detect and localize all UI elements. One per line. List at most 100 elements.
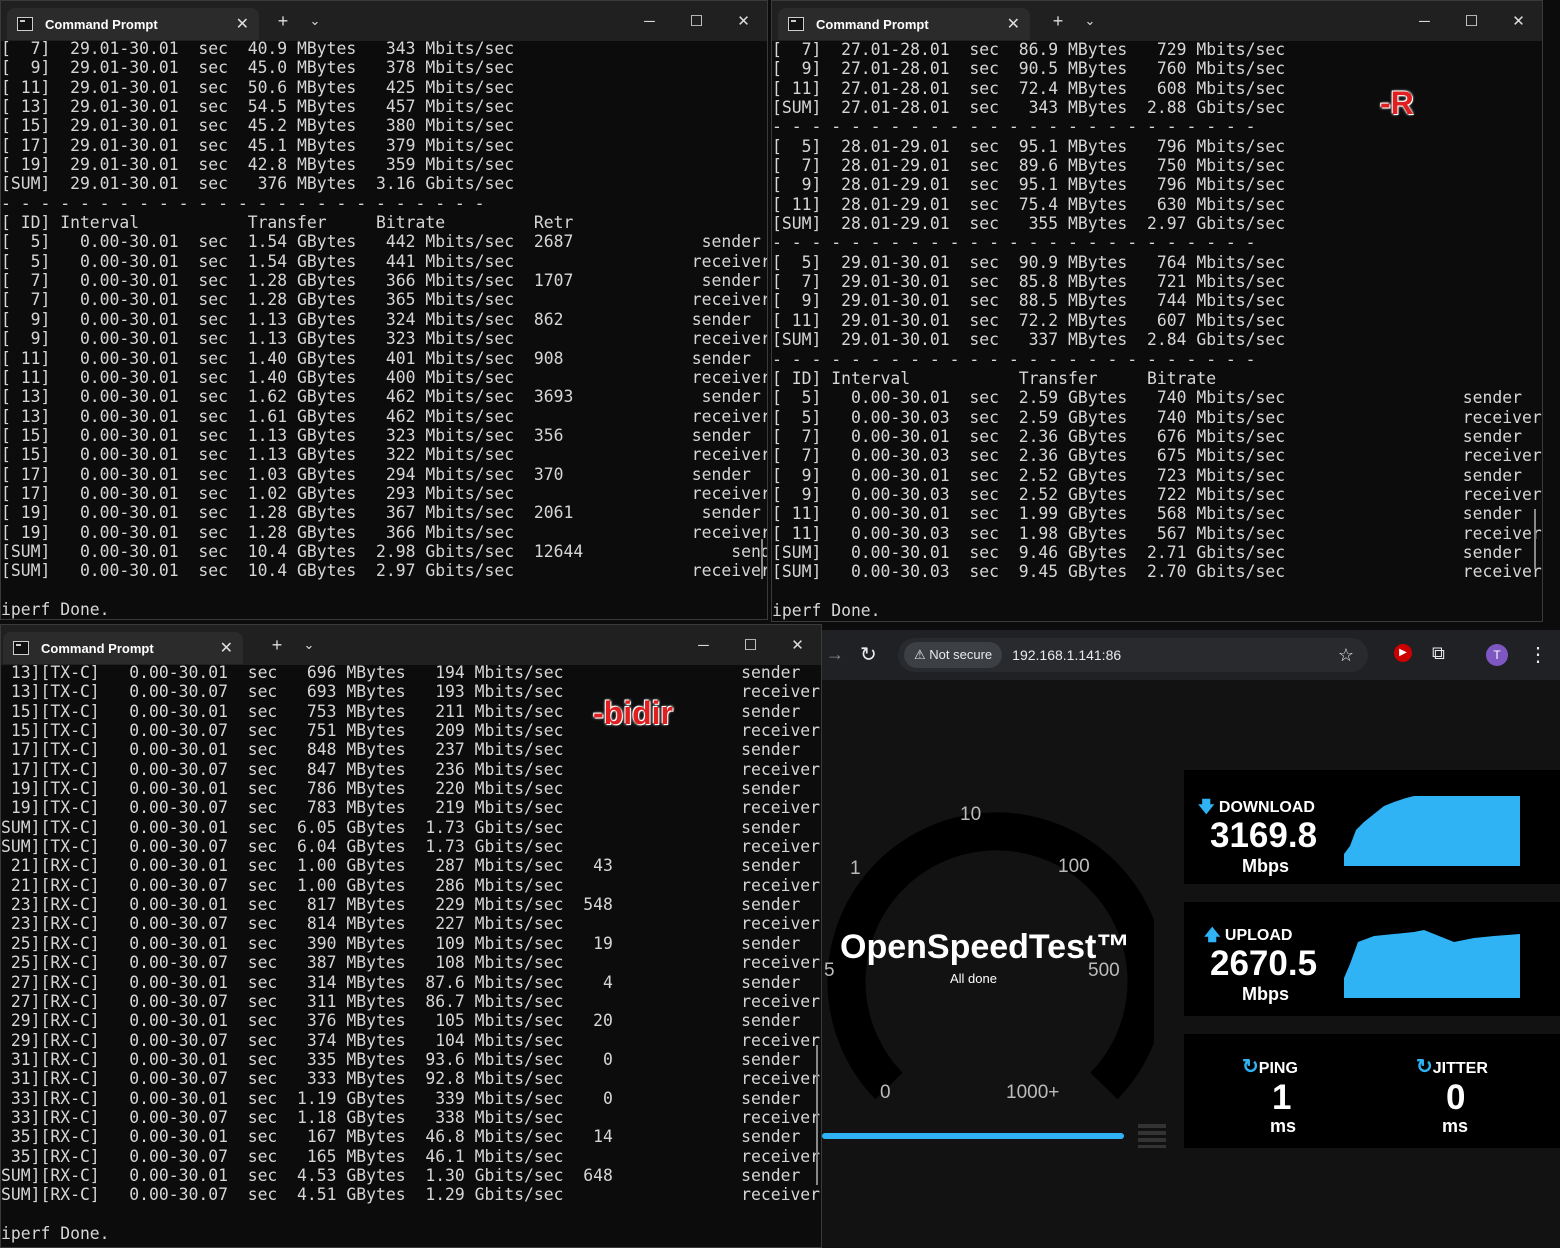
terminal-icon [788, 17, 804, 31]
terminal-line: [ 13] 0.00-30.01 sec 1.62 GBytes 462 Mbi… [1, 387, 761, 407]
maximize-button[interactable]: ☐ [1448, 12, 1495, 30]
title-bar: Command Prompt ✕ + ⌄ ─ ☐ ✕ [1, 1, 767, 41]
new-tab-button[interactable]: + [267, 11, 299, 32]
maximize-button[interactable]: ☐ [727, 636, 774, 654]
address-bar[interactable]: ⚠ Not secure 192.168.1.141:86 ☆ [898, 638, 1368, 672]
terminal-output[interactable]: [ 7] 27.01-28.01 sec 86.9 MBytes 729 Mbi… [772, 40, 1542, 621]
terminal-output[interactable]: [ 7] 29.01-30.01 sec 40.9 MBytes 343 Mbi… [1, 39, 767, 619]
title-bar: Command Prompt ✕ + ⌄ ─ ☐ ✕ [1, 625, 821, 665]
terminal-line: [ 7] 28.01-29.01 sec 89.6 MBytes 750 Mbi… [772, 156, 1286, 176]
app-title: OpenSpeedTest™ [840, 928, 1131, 966]
tab-title: Command Prompt [41, 640, 154, 656]
forward-icon[interactable]: → [826, 644, 844, 665]
reload-icon[interactable]: ↻ [860, 642, 877, 667]
close-button[interactable]: ✕ [774, 636, 821, 654]
terminal-line: [SUM] 29.01-30.01 sec 337 MBytes 2.84 Gb… [772, 330, 1286, 350]
terminal-line: iperf Done. [1, 599, 110, 619]
terminal-line: [ 7] 0.00-30.03 sec 2.36 GBytes 675 Mbit… [772, 446, 1542, 466]
terminal-line: [ 9] 0.00-30.01 sec 2.52 GBytes 723 Mbit… [772, 465, 1522, 485]
terminal-line: [ 9] 0.00-30.03 sec 2.52 GBytes 722 Mbit… [772, 484, 1542, 504]
not-secure-badge[interactable]: ⚠ Not secure [904, 642, 1003, 668]
results-table-icon[interactable] [1138, 1124, 1166, 1148]
terminal-line: [ ID] Interval Transfer Bitrate Retr [1, 213, 574, 233]
terminal-line: [ 13] 29.01-30.01 sec 54.5 MBytes 457 Mb… [1, 97, 515, 117]
terminal-line: 19][TX-C] 0.00-30.07 sec 783 MBytes 219 … [1, 798, 821, 818]
terminal-line: - - - - - - - - - - - - - - - - - - - - … [772, 349, 1256, 369]
terminal-line: [ 19] 0.00-30.01 sec 1.28 GBytes 367 Mbi… [1, 503, 761, 523]
terminal-line: [ 7] 29.01-30.01 sec 40.9 MBytes 343 Mbi… [1, 39, 515, 58]
terminal-line: SUM][RX-C] 0.00-30.07 sec 4.51 GBytes 1.… [1, 1185, 821, 1205]
scrollbar[interactable] [816, 1045, 818, 1185]
terminal-line: - - - - - - - - - - - - - - - - - - - - … [1, 193, 485, 213]
annotation-label: -bidir [593, 695, 673, 731]
terminal-line: [ 9] 0.00-30.01 sec 1.13 GBytes 323 Mbit… [1, 329, 768, 349]
minimize-button[interactable]: ─ [626, 13, 673, 30]
close-button[interactable]: ✕ [720, 12, 767, 30]
terminal-line: [ 11] 28.01-29.01 sec 75.4 MBytes 630 Mb… [772, 194, 1286, 214]
terminal-line: [ 15] 0.00-30.01 sec 1.13 GBytes 322 Mbi… [1, 445, 768, 465]
close-button[interactable]: ✕ [1495, 12, 1542, 30]
jitter-label: ↻JITTER [1416, 1056, 1488, 1078]
extension-icon[interactable]: ▶ [1394, 644, 1412, 662]
tab-dropdown-button[interactable]: ⌄ [1074, 13, 1106, 29]
extensions-puzzle-icon[interactable]: ⧉ [1432, 643, 1445, 664]
close-tab-icon[interactable]: ✕ [1007, 14, 1020, 34]
menu-icon[interactable]: ⋮ [1528, 642, 1548, 667]
terminal-line: [ 7] 0.00-30.01 sec 1.28 GBytes 366 Mbit… [1, 271, 761, 291]
terminal-line: [ 19] 0.00-30.01 sec 1.28 GBytes 366 Mbi… [1, 522, 768, 542]
close-tab-icon[interactable]: ✕ [220, 638, 233, 658]
terminal-line: [ 5] 0.00-30.03 sec 2.59 GBytes 740 Mbit… [772, 407, 1542, 427]
terminal-window-1: Command Prompt ✕ + ⌄ ─ ☐ ✕ [ 7] 29.01-30… [0, 0, 768, 620]
scrollbar[interactable] [761, 539, 763, 579]
terminal-line: 23][RX-C] 0.00-30.07 sec 814 MBytes 227 … [1, 914, 821, 934]
terminal-line: 13][TX-C] 0.00-30.01 sec 696 MBytes 194 … [1, 663, 801, 682]
terminal-icon [13, 641, 29, 655]
terminal-line: 13][TX-C] 0.00-30.07 sec 693 MBytes 193 … [1, 682, 821, 702]
terminal-line: 27][RX-C] 0.00-30.07 sec 311 MBytes 86.7… [1, 991, 821, 1011]
new-tab-button[interactable]: + [261, 635, 293, 656]
terminal-line: 29][RX-C] 0.00-30.07 sec 374 MBytes 104 … [1, 1030, 821, 1050]
scrollbar[interactable] [1534, 509, 1536, 569]
terminal-line: [ 15] 29.01-30.01 sec 45.2 MBytes 380 Mb… [1, 116, 515, 136]
minimize-button[interactable]: ─ [1401, 13, 1448, 30]
tab-dropdown-button[interactable]: ⌄ [293, 637, 325, 653]
minimize-button[interactable]: ─ [680, 637, 727, 654]
terminal-window-2: Command Prompt ✕ + ⌄ ─ ☐ ✕ [ 7] 27.01-28… [771, 0, 1543, 622]
close-tab-icon[interactable]: ✕ [236, 14, 249, 34]
title-bar: Command Prompt ✕ + ⌄ ─ ☐ ✕ [772, 1, 1542, 41]
terminal-line: [ 9] 28.01-29.01 sec 95.1 MBytes 796 Mbi… [772, 175, 1286, 195]
terminal-line: [ 17] 0.00-30.01 sec 1.03 GBytes 294 Mbi… [1, 464, 751, 484]
terminal-line: 25][RX-C] 0.00-30.07 sec 387 MBytes 108 … [1, 953, 821, 973]
terminal-line: [ 17] 29.01-30.01 sec 45.1 MBytes 379 Mb… [1, 135, 515, 155]
terminal-line: - - - - - - - - - - - - - - - - - - - - … [772, 117, 1256, 137]
terminal-line: [SUM] 0.00-30.01 sec 9.46 GBytes 2.71 Gb… [772, 542, 1522, 562]
terminal-line: [ 9] 0.00-30.01 sec 1.13 GBytes 324 Mbit… [1, 309, 751, 329]
tab-dropdown-button[interactable]: ⌄ [299, 13, 331, 29]
terminal-output[interactable]: 13][TX-C] 0.00-30.01 sec 696 MBytes 194 … [1, 663, 821, 1247]
terminal-line: 21][RX-C] 0.00-30.01 sec 1.00 GBytes 287… [1, 856, 801, 876]
terminal-line: [ 7] 27.01-28.01 sec 86.9 MBytes 729 Mbi… [772, 40, 1286, 59]
new-tab-button[interactable]: + [1042, 11, 1074, 32]
tab-command-prompt[interactable]: Command Prompt ✕ [778, 8, 1030, 40]
ping-icon: ↻ [1242, 1056, 1259, 1078]
ping-jitter-card: ↻PING 1 ms ↻JITTER 0 ms [1184, 1034, 1560, 1148]
jitter-unit: ms [1442, 1116, 1469, 1136]
upload-graph [1344, 930, 1520, 998]
terminal-line: [ 9] 29.01-30.01 sec 88.5 MBytes 744 Mbi… [772, 291, 1286, 311]
terminal-line: [ 13] 0.00-30.01 sec 1.61 GBytes 462 Mbi… [1, 406, 768, 426]
terminal-line: [ 9] 27.01-28.01 sec 90.5 MBytes 760 Mbi… [772, 59, 1286, 79]
terminal-line: [ 5] 29.01-30.01 sec 90.9 MBytes 764 Mbi… [772, 252, 1286, 272]
terminal-line: [ 11] 0.00-30.03 sec 1.98 GBytes 567 Mbi… [772, 523, 1542, 543]
tab-command-prompt[interactable]: Command Prompt ✕ [7, 8, 259, 40]
bookmark-star-icon[interactable]: ☆ [1338, 645, 1354, 666]
terminal-line: 23][RX-C] 0.00-30.01 sec 817 MBytes 229 … [1, 895, 801, 915]
avatar[interactable]: T [1486, 644, 1508, 666]
terminal-line: [ 15] 0.00-30.01 sec 1.13 GBytes 323 Mbi… [1, 425, 751, 445]
download-graph [1344, 796, 1520, 866]
ping-unit: ms [1270, 1116, 1297, 1136]
maximize-button[interactable]: ☐ [673, 12, 720, 30]
tab-command-prompt[interactable]: Command Prompt ✕ [3, 632, 243, 664]
terminal-line: 19][TX-C] 0.00-30.01 sec 786 MBytes 220 … [1, 779, 801, 799]
terminal-line: 31][RX-C] 0.00-30.01 sec 335 MBytes 93.6… [1, 1049, 801, 1069]
